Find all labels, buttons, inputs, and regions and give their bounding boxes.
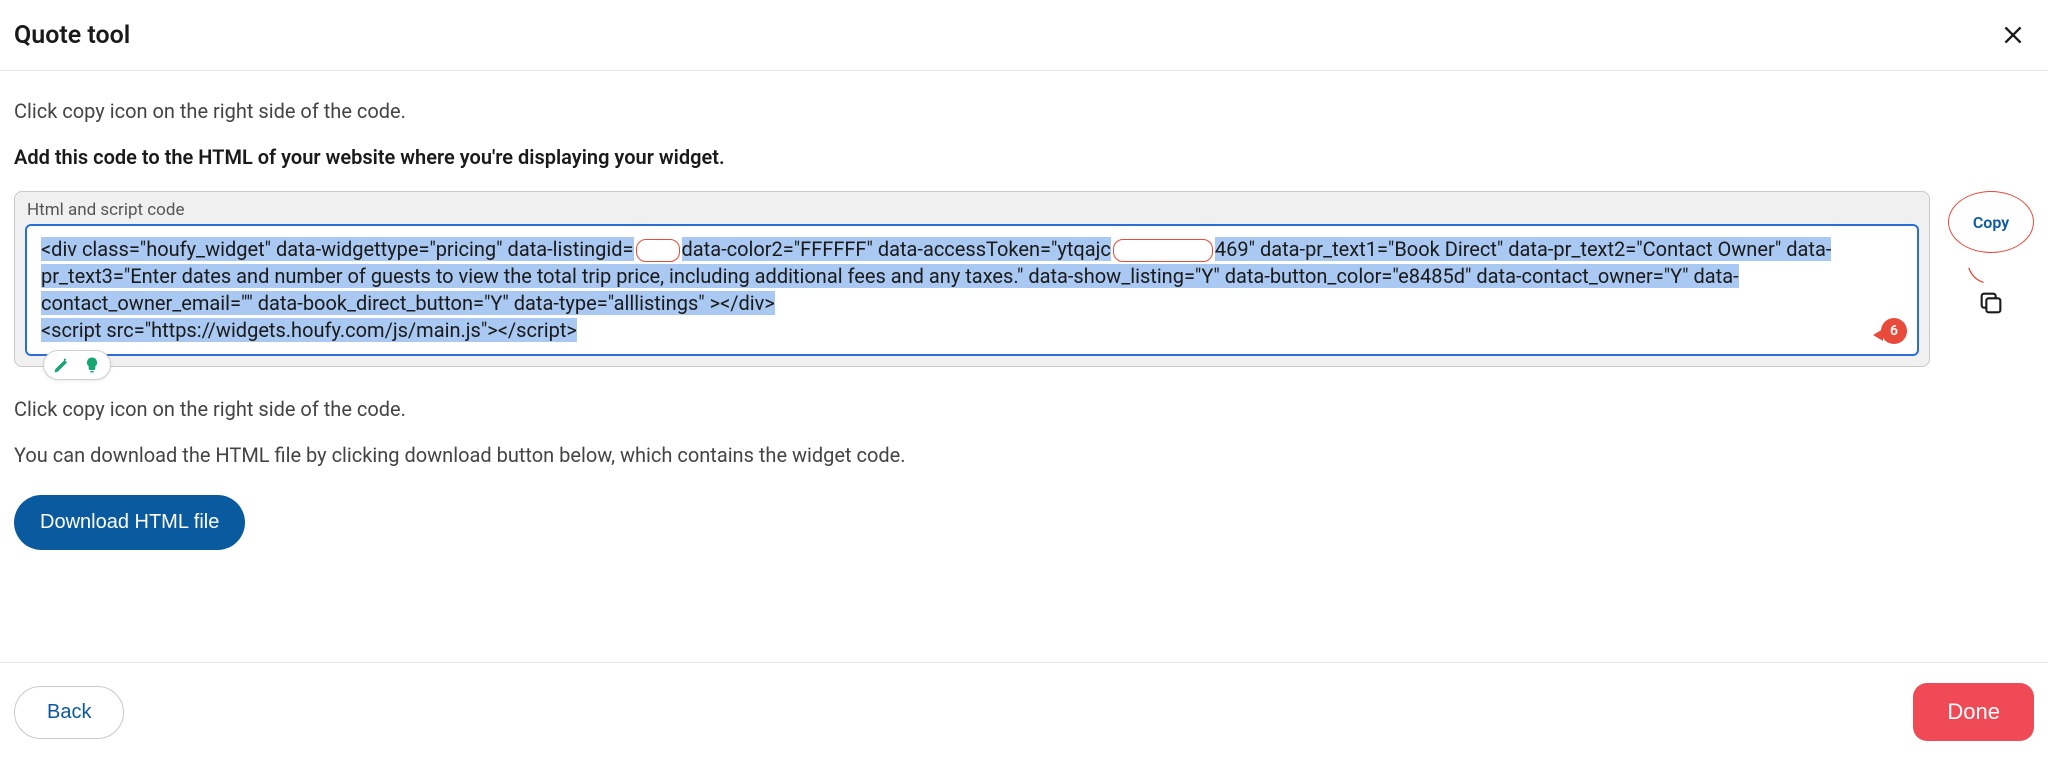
spellcheck-toolbar[interactable] [43,350,111,380]
redaction-box [636,239,680,262]
wand-icon [52,355,72,375]
bulb-icon [82,355,102,375]
copy-callout-bubble: Copy [1948,191,2034,253]
modal-content: Click copy icon on the right side of the… [0,71,2048,550]
redaction-box [1113,239,1213,262]
code-row: Html and script code <div class="houfy_w… [14,191,2034,367]
modal-footer: Back Done [0,662,2048,765]
code-seg-1: <div class="houfy_widget" data-widgettyp… [41,237,634,261]
instruction-line-2: Add this code to the HTML of your websit… [14,145,2034,169]
code-seg-2: data-color2="FFFFFF" data-accessToken="y… [682,237,1111,261]
copy-icon [1977,289,2005,317]
bubble-tail-icon [1967,266,1989,288]
code-box: Html and script code <div class="houfy_w… [14,191,1930,367]
copy-column: Copy [1948,191,2034,326]
code-textarea[interactable]: <div class="houfy_widget" data-widgettyp… [25,224,1919,356]
close-icon [2000,22,2026,48]
back-button[interactable]: Back [14,686,124,739]
instruction-line-1: Click copy icon on the right side of the… [14,99,2034,123]
code-box-label: Html and script code [15,192,1929,224]
modal-header: Quote tool [0,0,2048,71]
done-button[interactable]: Done [1913,683,2034,741]
close-button[interactable] [1996,18,2030,52]
instruction-line-3: Click copy icon on the right side of the… [14,397,2034,421]
copy-callout-label: Copy [1973,213,2009,232]
code-seg-4: <script src="https://widgets.houfy.com/j… [41,318,577,342]
instruction-line-4: You can download the HTML file by clicki… [14,443,2034,467]
page-title: Quote tool [14,21,130,50]
download-html-button[interactable]: Download HTML file [14,495,245,550]
error-count-badge[interactable]: 6 [1881,318,1907,344]
copy-code-button[interactable] [1971,283,2011,326]
